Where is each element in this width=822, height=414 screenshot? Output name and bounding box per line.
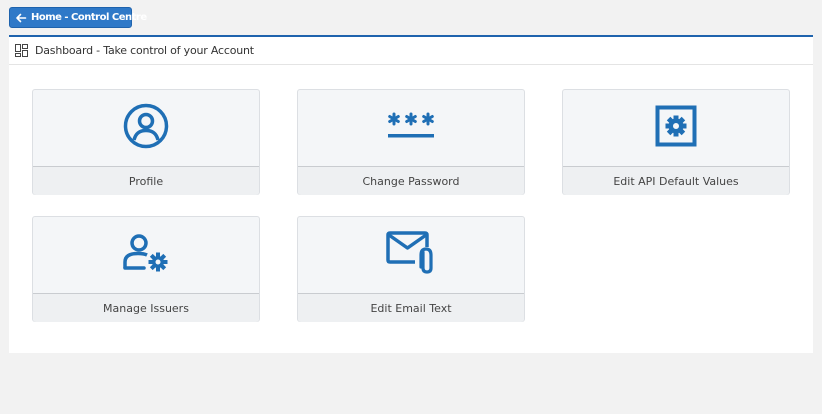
edit-api-default-values-label: Edit API Default Values (563, 167, 789, 195)
arrow-left-icon (15, 12, 27, 24)
manage-issuers-tile[interactable]: Manage Issuers (32, 216, 260, 322)
settings-square-icon (655, 105, 697, 151)
edit-email-text-tile[interactable]: Edit Email Text (297, 216, 525, 322)
mail-attachment-icon (385, 230, 437, 280)
user-gear-icon (122, 232, 170, 278)
dashboard-grid-icon (15, 44, 28, 57)
home-button-label: Home - Control Centre (31, 12, 147, 23)
profile-label: Profile (33, 167, 259, 195)
home-control-centre-button[interactable]: Home - Control Centre (9, 7, 147, 28)
edit-email-text-label: Edit Email Text (298, 294, 524, 322)
user-circle-icon (123, 103, 169, 153)
edit-api-default-values-tile[interactable]: Edit API Default Values (562, 89, 790, 195)
change-password-label: Change Password (298, 167, 524, 195)
panel-title: Dashboard - Take control of your Account (35, 44, 254, 57)
manage-issuers-label: Manage Issuers (33, 294, 259, 322)
panel-header: Dashboard - Take control of your Account (9, 37, 813, 65)
password-asterisks-icon (386, 111, 436, 145)
dashboard-panel: Dashboard - Take control of your Account… (9, 35, 813, 353)
profile-tile[interactable]: Profile (32, 89, 260, 195)
change-password-tile[interactable]: Change Password (297, 89, 525, 195)
